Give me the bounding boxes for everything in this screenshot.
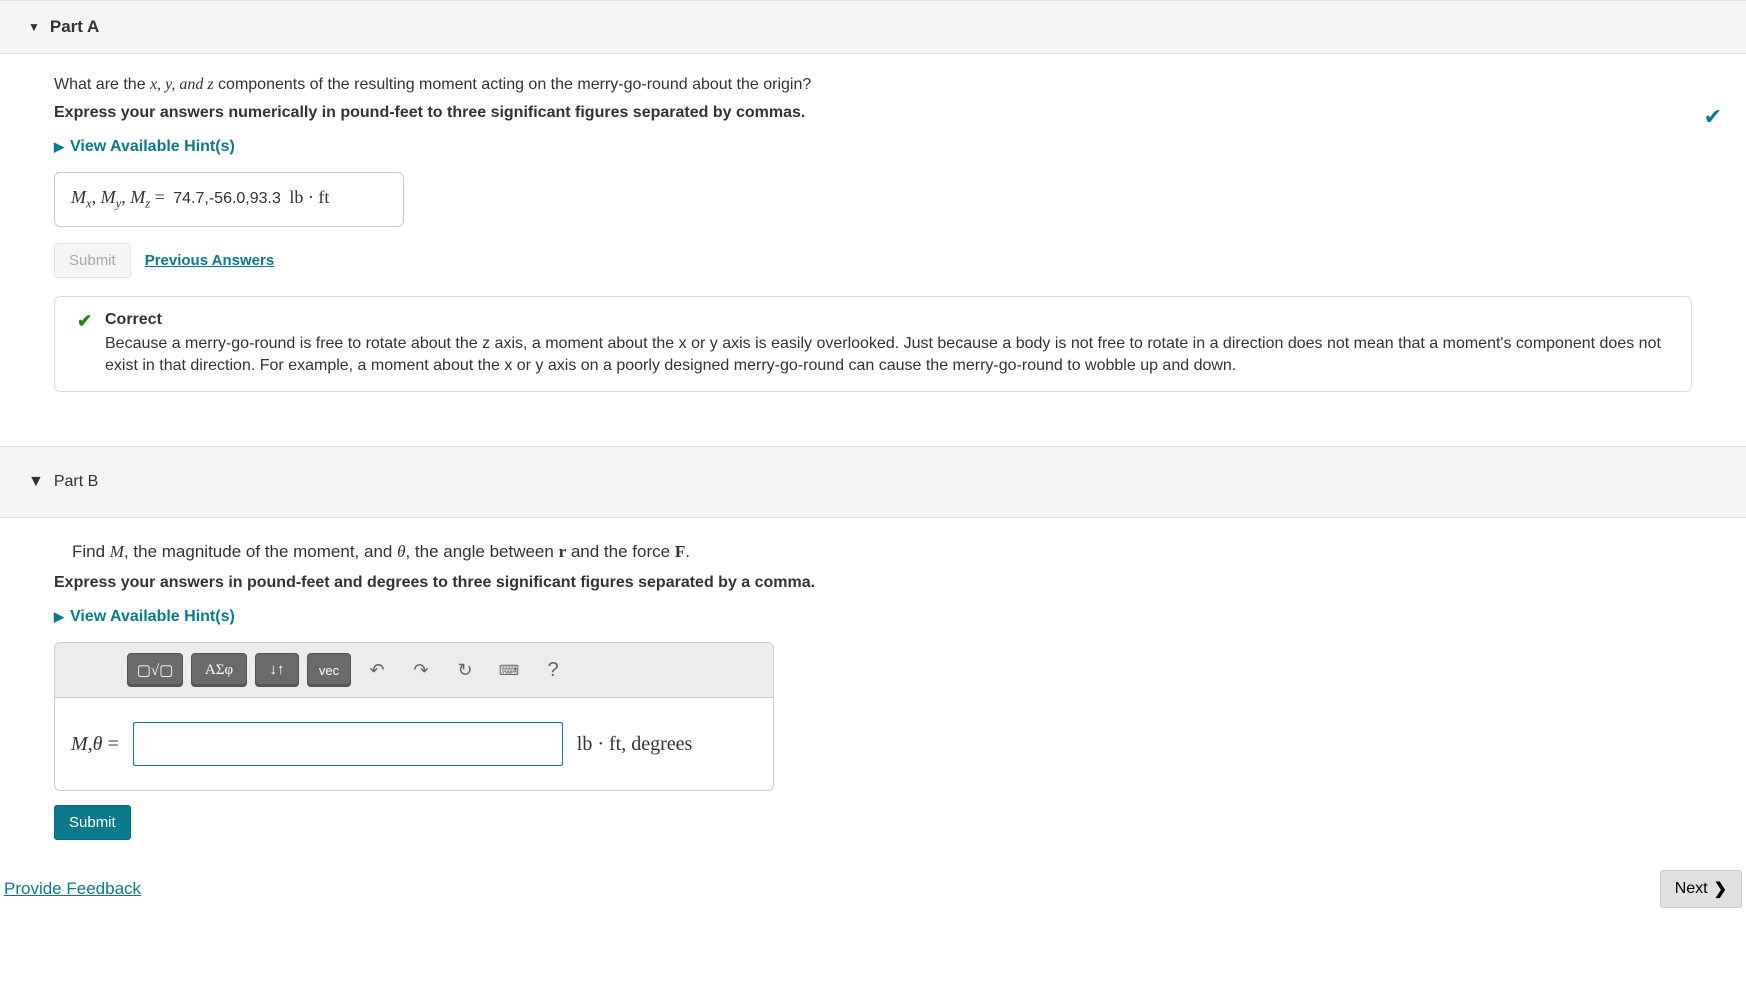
part-a-question: What are the x, y, and z components of t… — [54, 76, 1692, 94]
equation-input[interactable] — [133, 722, 563, 766]
caret-right-icon: ▶ — [54, 139, 64, 155]
part-b-question: Find M, the magnitude of the moment, and… — [54, 542, 1692, 562]
templates-button[interactable]: ▢√▢ — [127, 653, 183, 687]
greek-button[interactable]: ΑΣφ — [191, 653, 247, 687]
feedback-text: Because a merry-go-round is free to rota… — [105, 333, 1673, 378]
part-a-answer-value: 74.7,-56.0,93.3 — [173, 190, 281, 207]
undo-button[interactable]: ↶ — [359, 653, 395, 687]
check-icon: ✔ — [1704, 104, 1722, 130]
redo-button[interactable]: ↷ — [403, 653, 439, 687]
view-hints-link-a[interactable]: ▶ View Available Hint(s) — [54, 138, 235, 156]
part-a-answer-box: Mx, My, Mz = 74.7,-56.0,93.3 lb · ft — [54, 172, 404, 227]
part-a-button-row: Submit Previous Answers — [54, 243, 1692, 278]
caret-right-icon: ▶ — [54, 609, 64, 625]
caret-down-icon: ▼ — [28, 20, 40, 34]
units-label: lb · ft, degrees — [577, 733, 693, 756]
previous-answers-link[interactable]: Previous Answers — [145, 252, 275, 269]
vec-button[interactable]: vec — [307, 653, 351, 687]
part-b-header[interactable]: ▼ Part B — [0, 446, 1746, 518]
submit-button-a: Submit — [54, 243, 131, 278]
chevron-right-icon: ❯ — [1714, 879, 1727, 899]
help-button[interactable]: ? — [535, 653, 571, 687]
feedback-title: Correct — [105, 311, 1673, 329]
part-a-instruction: Express your answers numerically in poun… — [54, 104, 1692, 122]
equation-input-row: M,θ = lb · ft, degrees — [55, 698, 773, 790]
equation-input-panel: ▢√▢ ΑΣφ ↓↑ vec ↶ ↷ ↻ ⌨ ? M,θ = lb · ft, … — [54, 642, 774, 791]
view-hints-link-b[interactable]: ▶ View Available Hint(s) — [54, 608, 235, 626]
next-button[interactable]: Next ❯ — [1660, 870, 1742, 908]
provide-feedback-link[interactable]: Provide Feedback — [4, 879, 141, 899]
check-icon: ✔ — [77, 311, 92, 332]
part-a-header[interactable]: ▼ Part A — [0, 0, 1746, 54]
input-label: M,θ = — [71, 733, 119, 756]
feedback-box: ✔ Correct Because a merry-go-round is fr… — [54, 296, 1692, 393]
subsup-button[interactable]: ↓↑ — [255, 653, 299, 687]
footer: Provide Feedback Next ❯ — [0, 850, 1746, 938]
caret-down-icon: ▼ — [28, 473, 44, 491]
part-b-instruction: Express your answers in pound-feet and d… — [54, 574, 1692, 592]
equation-toolbar: ▢√▢ ΑΣφ ↓↑ vec ↶ ↷ ↻ ⌨ ? — [55, 643, 773, 698]
submit-button-b[interactable]: Submit — [54, 805, 131, 840]
part-a-body: What are the x, y, and z components of t… — [0, 54, 1746, 416]
part-a-title: Part A — [50, 17, 99, 37]
keyboard-button[interactable]: ⌨ — [491, 653, 527, 687]
part-b-title: Part B — [54, 473, 98, 491]
reset-button[interactable]: ↻ — [447, 653, 483, 687]
part-b-body: Find M, the magnitude of the moment, and… — [0, 518, 1746, 850]
